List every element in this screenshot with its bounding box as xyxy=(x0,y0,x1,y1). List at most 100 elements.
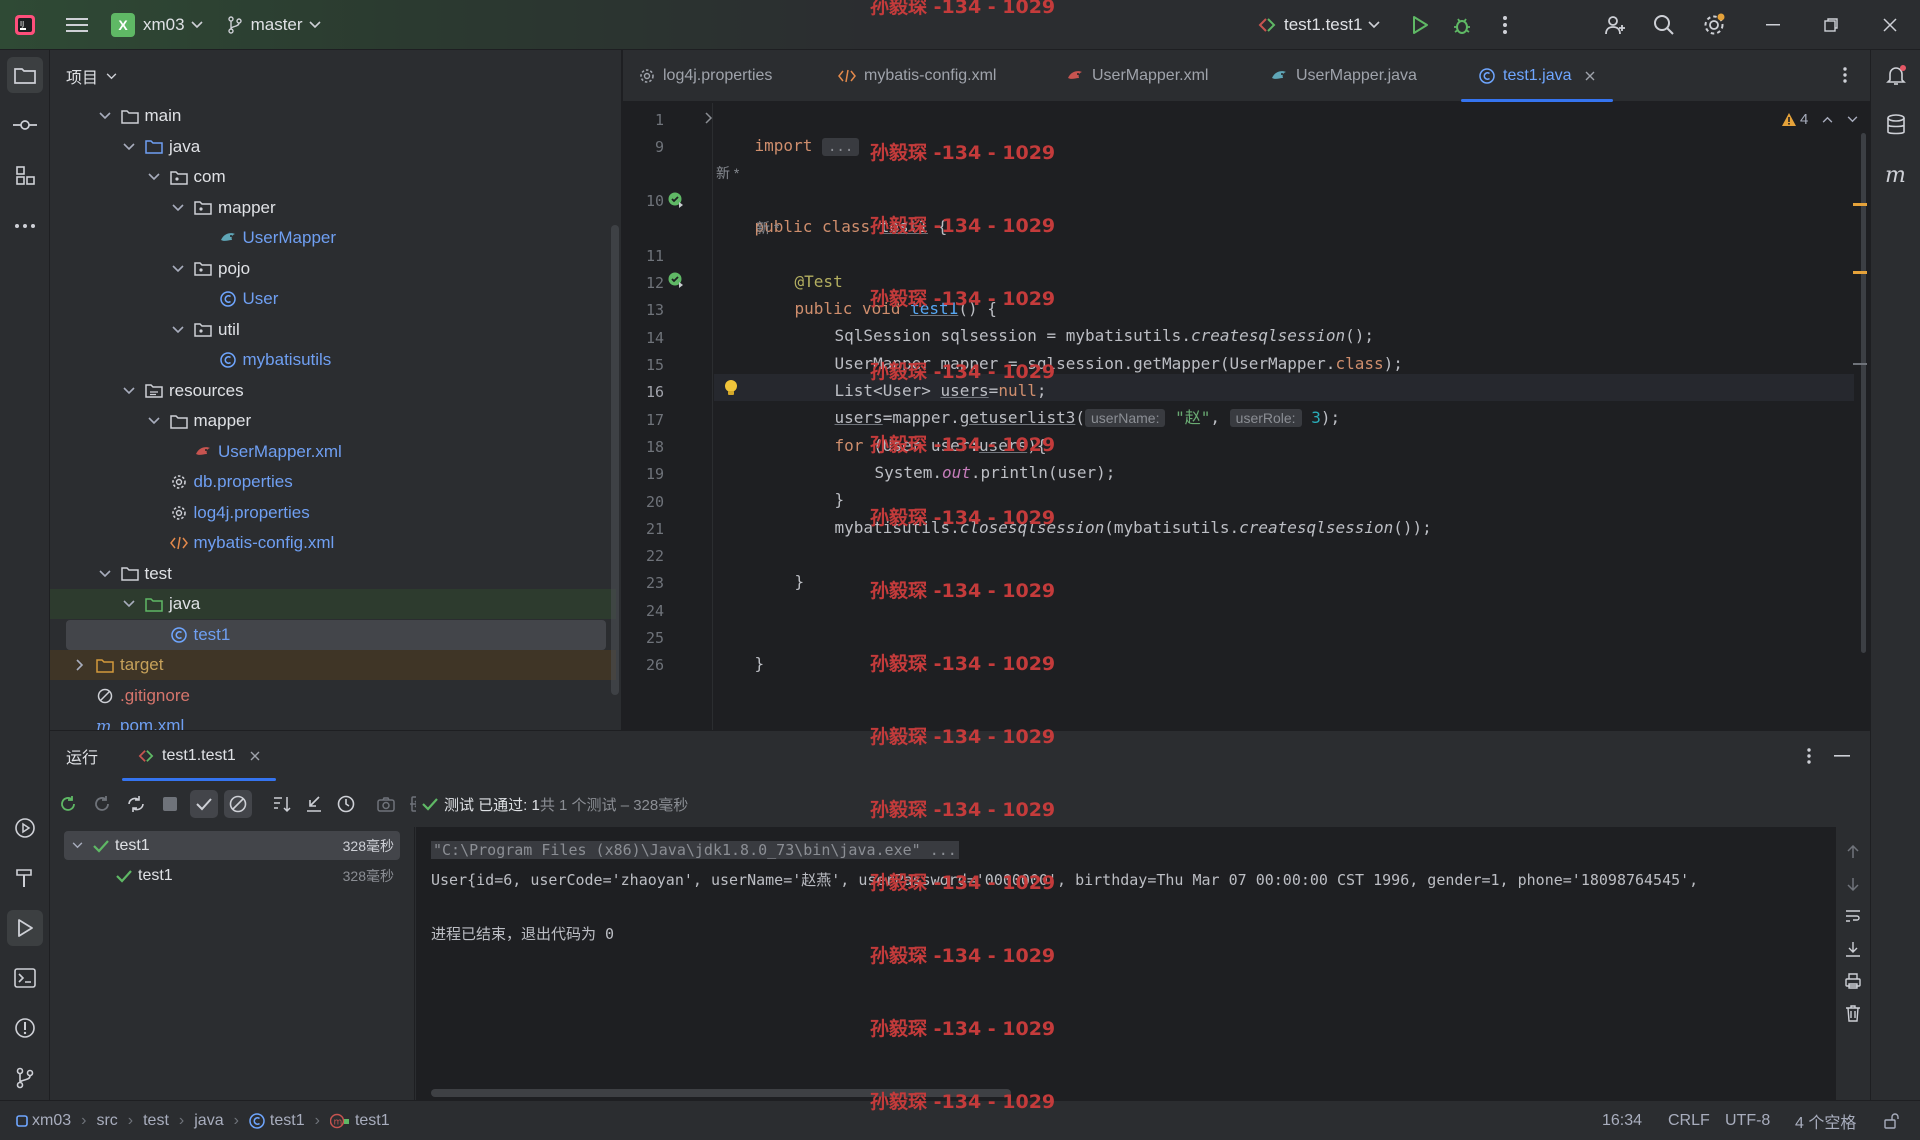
build-tool-button[interactable] xyxy=(7,860,43,896)
database-tool-button[interactable] xyxy=(1878,107,1914,143)
settings-button[interactable] xyxy=(1694,5,1734,45)
commit-tool-button[interactable] xyxy=(7,107,43,143)
history-button[interactable] xyxy=(332,790,360,818)
project-scrollbar[interactable] xyxy=(611,225,619,695)
tree-item-log4j-properties[interactable]: log4j.properties xyxy=(50,498,616,528)
tree-item-pojo[interactable]: pojo xyxy=(50,254,616,284)
sort-button[interactable] xyxy=(268,790,296,818)
ide-logo-icon[interactable]: IJ xyxy=(5,5,45,45)
tree-item-resources[interactable]: resources xyxy=(50,376,616,406)
chevron-down-icon[interactable] xyxy=(146,169,162,185)
inspection-widget[interactable]: 4 xyxy=(1781,111,1858,128)
tree-item-java[interactable]: java xyxy=(50,132,616,162)
chevron-right-icon[interactable] xyxy=(72,657,88,673)
kebab-icon[interactable] xyxy=(1807,748,1811,764)
tree-item-mapper[interactable]: mapper xyxy=(50,406,616,436)
rerun-button[interactable] xyxy=(54,790,82,818)
chevron-down-icon[interactable] xyxy=(97,108,113,124)
code-with-me-button[interactable] xyxy=(1595,5,1635,45)
tab-mybatis-config-xml[interactable]: mybatis-config.xml xyxy=(838,50,996,102)
tree-item-java[interactable]: java xyxy=(50,589,616,619)
tree-item-target[interactable]: target xyxy=(50,650,616,680)
restore-button[interactable] xyxy=(1811,5,1851,45)
tab-usermapper-java[interactable]: UserMapper.java xyxy=(1270,50,1417,102)
tab-options-button[interactable] xyxy=(1843,67,1847,83)
project-selector[interactable]: X xm03 xyxy=(111,12,203,37)
chevron-down-icon[interactable] xyxy=(170,261,186,277)
trash-icon[interactable] xyxy=(1845,1005,1861,1022)
run-test-gutter-icon[interactable] xyxy=(667,271,685,289)
indent-setting[interactable]: 4 个空格 xyxy=(1795,1109,1856,1133)
breadcrumb-item[interactable]: test1 xyxy=(270,1112,305,1130)
code-editor[interactable]: 1 9 10 11 12 13 14 15 16 17 18 19 20 21 22 23 24 25 26 imp… xyxy=(623,103,1870,730)
main-menu-icon[interactable] xyxy=(57,5,97,45)
scroll-to-end-icon[interactable] xyxy=(1845,941,1861,957)
chevron-down-icon[interactable] xyxy=(146,413,162,429)
tree-item-gitignore[interactable]: .gitignore xyxy=(50,681,616,711)
tree-item-test[interactable]: test xyxy=(50,559,616,589)
close-window-button[interactable] xyxy=(1870,5,1910,45)
console-h-scrollbar[interactable] xyxy=(431,1089,1011,1097)
unlock-icon[interactable] xyxy=(1884,1113,1900,1129)
minimize-button[interactable] xyxy=(1753,5,1793,45)
run-button[interactable] xyxy=(1400,5,1440,45)
info-marker[interactable] xyxy=(1853,363,1867,365)
tree-item-usermapper[interactable]: UserMapper xyxy=(50,223,616,253)
tree-item-pom-xml[interactable]: m pom.xml xyxy=(50,711,616,730)
tree-item-db-properties[interactable]: db.properties xyxy=(50,467,616,497)
print-icon[interactable] xyxy=(1845,973,1861,989)
breadcrumb-item[interactable]: java xyxy=(194,1112,223,1130)
minimize-panel-icon[interactable] xyxy=(1834,755,1850,757)
show-ignored-toggle[interactable] xyxy=(224,790,252,818)
scroll-thumb[interactable] xyxy=(1861,133,1866,653)
search-button[interactable] xyxy=(1644,5,1684,45)
close-tab-icon[interactable] xyxy=(1585,71,1595,81)
more-actions-button[interactable] xyxy=(1485,5,1525,45)
notifications-button[interactable] xyxy=(1878,57,1914,93)
debug-button[interactable] xyxy=(1442,5,1482,45)
terminal-tool-button[interactable] xyxy=(7,960,43,996)
folded-imports[interactable]: ... xyxy=(821,138,860,156)
run-tool-button[interactable] xyxy=(7,910,43,946)
chevron-down-icon[interactable] xyxy=(121,139,137,155)
maven-tool-button[interactable]: m xyxy=(1878,157,1914,193)
breadcrumb-item[interactable]: test xyxy=(143,1112,169,1130)
close-tab-icon[interactable] xyxy=(250,751,260,761)
tree-item-test1[interactable]: test1 xyxy=(66,619,606,650)
console-output[interactable]: 测试 已通过: 1 共 1 个测试 – 328毫秒 "C:\Program Fi… xyxy=(416,781,1870,1101)
tab-log4j-properties[interactable]: log4j.properties xyxy=(639,50,772,102)
tab-test1-java[interactable]: test1.java xyxy=(1460,50,1615,102)
caret-position[interactable]: 16:34 xyxy=(1602,1112,1642,1130)
tree-item-user[interactable]: User xyxy=(50,284,616,314)
collapse-all-button[interactable] xyxy=(300,790,328,818)
rerun-failed-button[interactable] xyxy=(88,790,116,818)
project-panel-header[interactable]: 项目 xyxy=(50,50,621,102)
test-case-row[interactable]: test1 328毫秒 xyxy=(64,861,400,890)
chevron-down-icon[interactable] xyxy=(72,842,83,849)
tree-item-usermapper-xml[interactable]: UserMapper.xml xyxy=(50,437,616,467)
tree-item-com[interactable]: com xyxy=(50,162,616,192)
chevron-down-icon[interactable] xyxy=(121,596,137,612)
chevron-down-icon[interactable] xyxy=(121,383,137,399)
chevron-down-icon[interactable] xyxy=(170,200,186,216)
test-suite-row[interactable]: test1 328毫秒 xyxy=(64,831,400,860)
tab-usermapper-xml[interactable]: UserMapper.xml xyxy=(1066,50,1208,102)
run-test-gutter-icon[interactable] xyxy=(667,191,685,209)
fold-expand-icon[interactable] xyxy=(705,112,713,124)
stop-button[interactable] xyxy=(156,790,184,818)
line-separator[interactable]: CRLF xyxy=(1668,1112,1710,1130)
project-tool-button[interactable] xyxy=(7,57,43,93)
breadcrumb-item[interactable]: test1 xyxy=(355,1112,390,1130)
chevron-down-icon[interactable] xyxy=(97,566,113,582)
lightbulb-icon[interactable] xyxy=(724,379,738,397)
run-config-selector[interactable]: test1.test1 xyxy=(1258,15,1381,35)
file-encoding[interactable]: UTF-8 xyxy=(1725,1112,1770,1130)
structure-tool-button[interactable] xyxy=(7,157,43,193)
tree-item-util[interactable]: util xyxy=(50,315,616,345)
chevron-down-icon[interactable] xyxy=(170,322,186,338)
more-tools-button[interactable] xyxy=(7,208,43,244)
chevron-up-icon[interactable] xyxy=(1822,116,1833,123)
tree-item-mybatisutils[interactable]: mybatisutils xyxy=(50,345,616,375)
arrow-down-icon[interactable] xyxy=(1847,877,1859,891)
chevron-down-icon[interactable] xyxy=(1847,116,1858,123)
